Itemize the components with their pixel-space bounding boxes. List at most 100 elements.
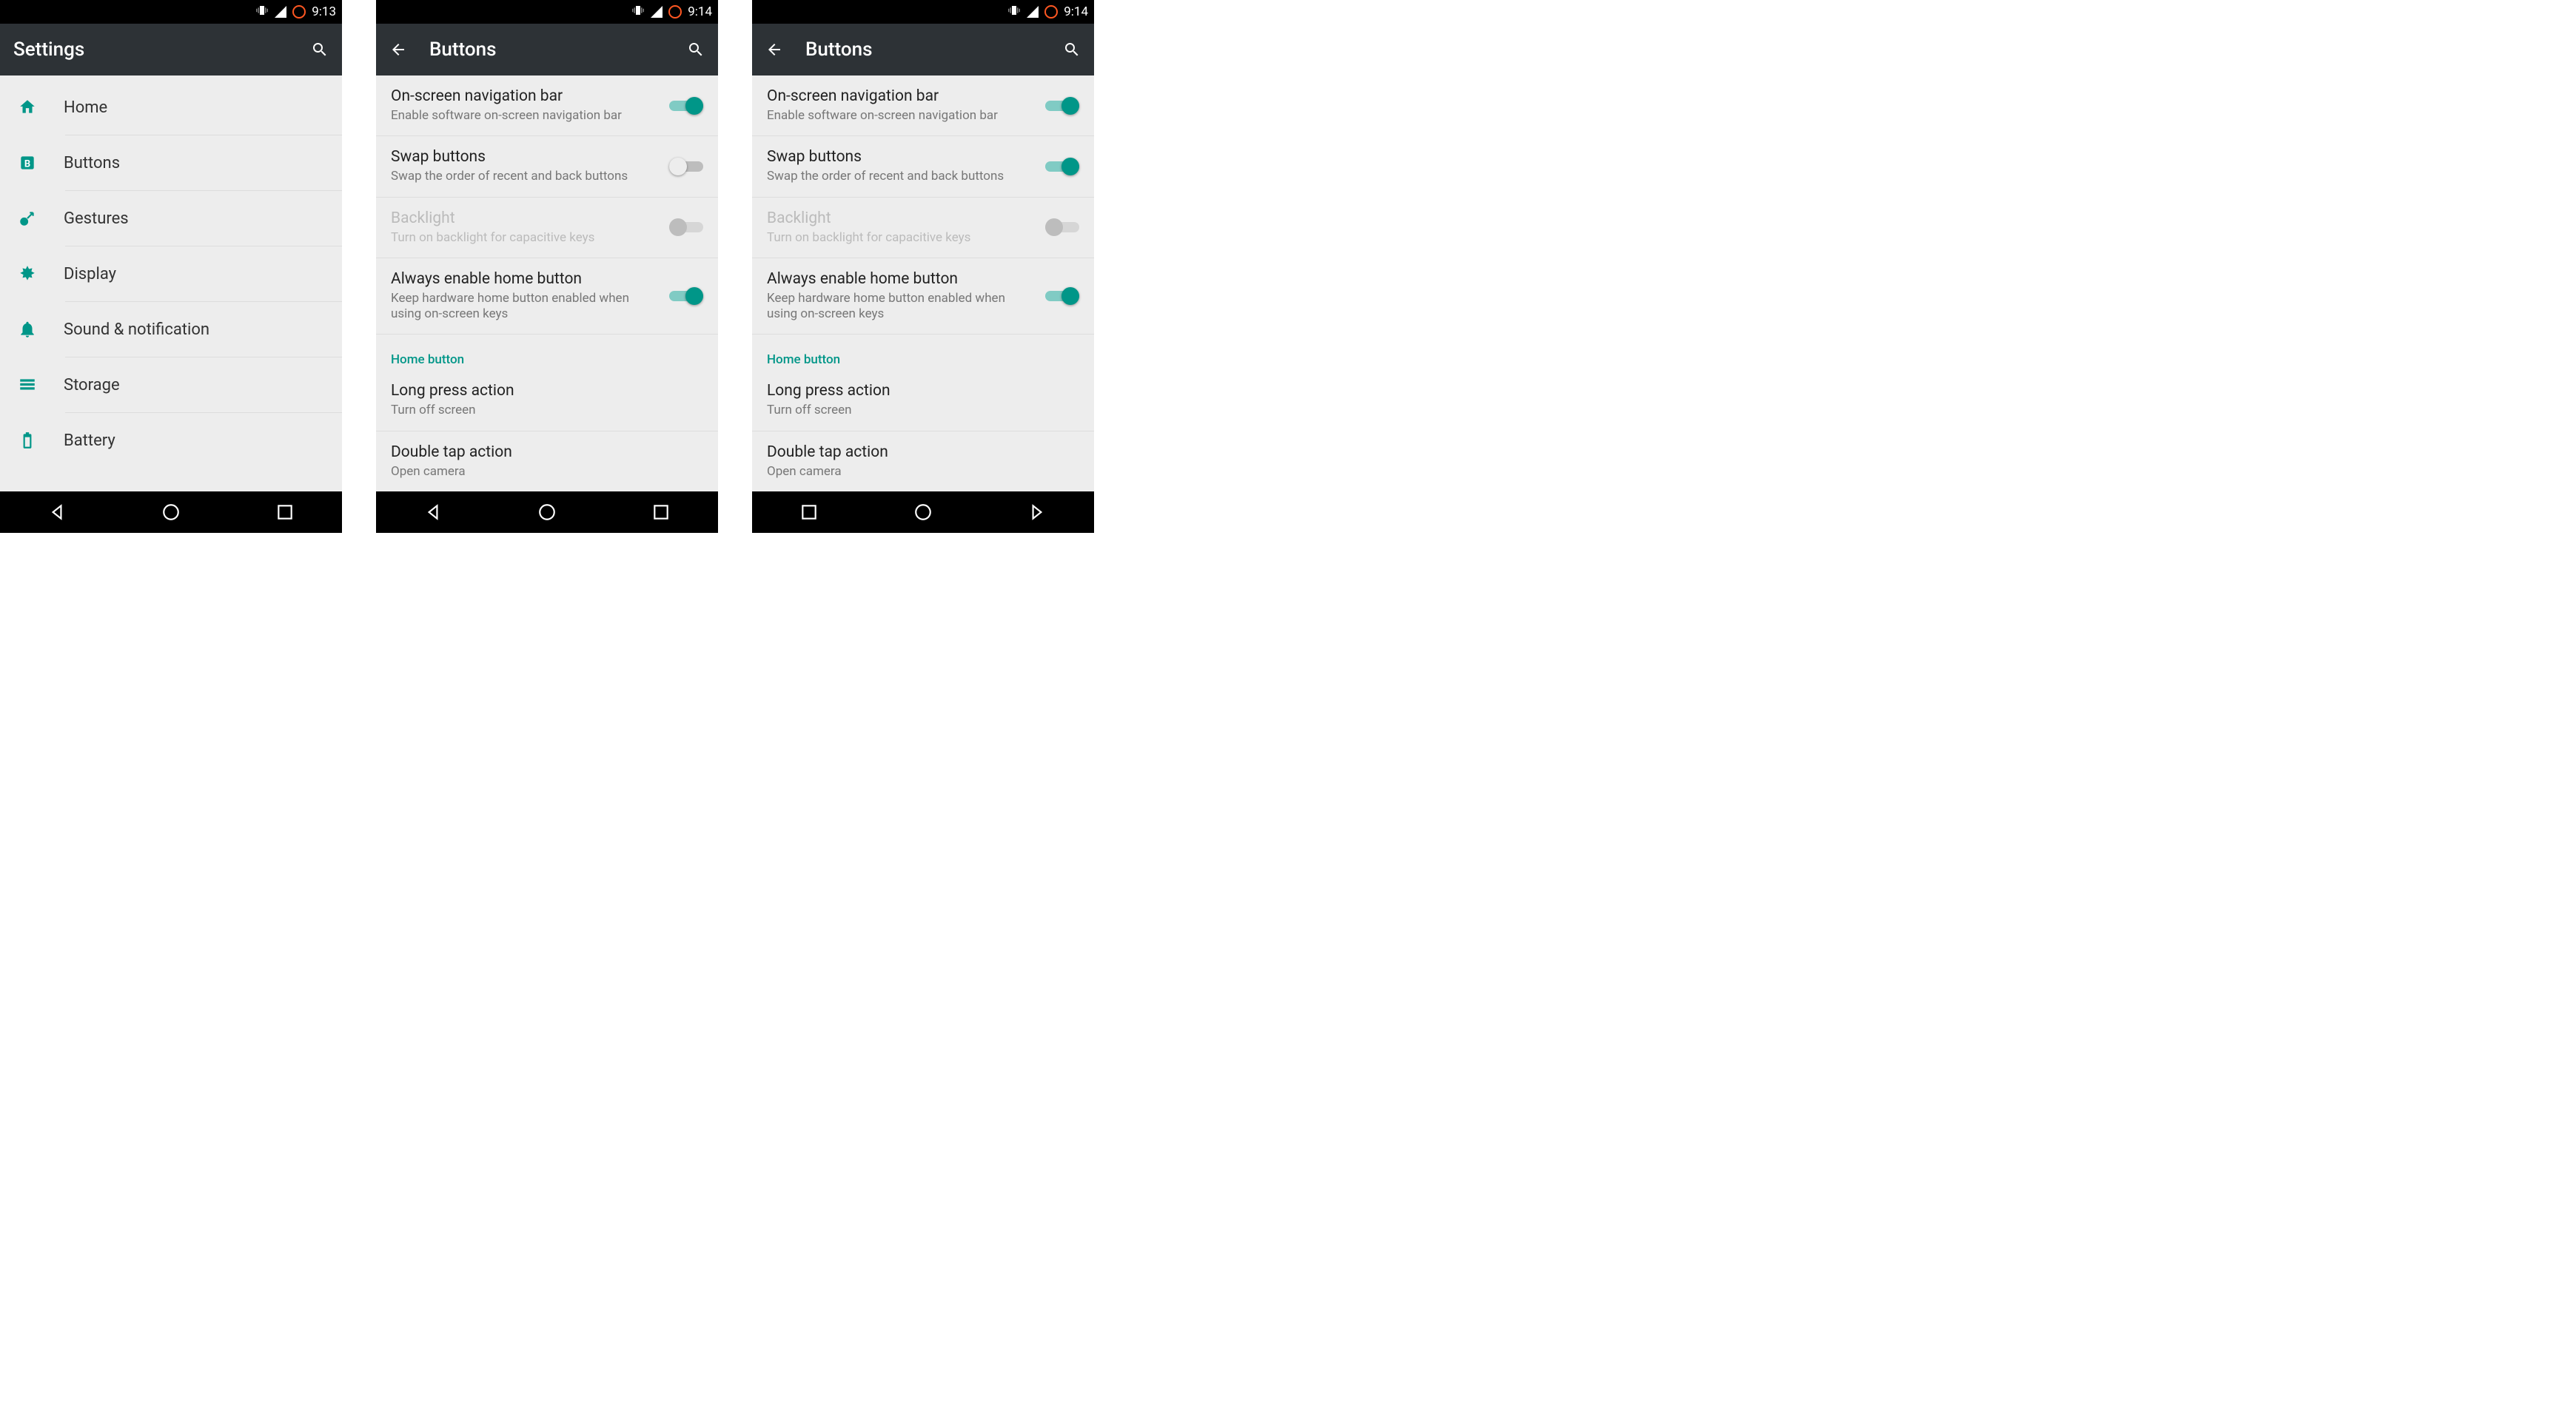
- phone-settings: 9:13 Settings Home B Buttons Gestures: [0, 0, 342, 533]
- row-swap-buttons[interactable]: Swap buttons Swap the order of recent an…: [752, 136, 1094, 197]
- phone-buttons-2: 9:14 Buttons On-screen navigation bar En…: [752, 0, 1094, 533]
- row-subtitle: Keep hardware home button enabled when u…: [391, 291, 657, 323]
- settings-item-sound[interactable]: Sound & notification: [0, 302, 342, 357]
- nav-recent[interactable]: [799, 503, 819, 522]
- toggle-swap-buttons[interactable]: [669, 157, 703, 176]
- toggle-onscreen-nav[interactable]: [669, 96, 703, 115]
- settings-item-label: Home: [64, 98, 107, 117]
- row-subtitle: Turn off screen: [767, 403, 1079, 418]
- back-icon[interactable]: [765, 41, 783, 58]
- toggle-backlight: [669, 218, 703, 237]
- home-icon: [16, 96, 38, 118]
- row-subtitle: Swap the order of recent and back button…: [391, 169, 657, 184]
- row-subtitle: Swap the order of recent and back button…: [767, 169, 1033, 184]
- content: On-screen navigation bar Enable software…: [752, 75, 1094, 491]
- phone-buttons-1: 9:14 Buttons On-screen navigation bar En…: [376, 0, 718, 533]
- toggle-always-home[interactable]: [669, 286, 703, 306]
- signal-icon: [651, 6, 663, 18]
- ring-icon: [668, 5, 682, 19]
- signal-icon: [275, 6, 286, 18]
- row-subtitle: Enable software on-screen navigation bar: [391, 108, 657, 124]
- action-bar: Buttons: [752, 24, 1094, 75]
- row-backlight: Backlight Turn on backlight for capaciti…: [752, 198, 1094, 258]
- row-subtitle: Turn off screen: [391, 403, 703, 418]
- status-time: 9:14: [688, 4, 712, 19]
- vibrate-icon: [631, 4, 645, 21]
- signal-icon: [1027, 6, 1039, 18]
- section-header-home-button: Home button: [376, 335, 718, 370]
- row-long-press[interactable]: Long press action Turn off screen: [376, 370, 718, 431]
- nav-back[interactable]: [47, 503, 67, 522]
- buttons-icon: B: [16, 152, 38, 174]
- row-title: On-screen navigation bar: [767, 87, 1033, 105]
- nav-home[interactable]: [161, 503, 181, 522]
- row-title: Double tap action: [767, 443, 1079, 461]
- nav-recent[interactable]: [275, 503, 295, 522]
- row-onscreen-nav[interactable]: On-screen navigation bar Enable software…: [752, 75, 1094, 136]
- settings-item-battery[interactable]: Battery: [0, 413, 342, 468]
- page-title: Buttons: [805, 38, 1041, 61]
- content: Home B Buttons Gestures Display Sound & …: [0, 75, 342, 491]
- settings-list: Home B Buttons Gestures Display Sound & …: [0, 75, 342, 468]
- status-bar: 9:14: [752, 0, 1094, 24]
- row-title: On-screen navigation bar: [391, 87, 657, 105]
- settings-item-label: Sound & notification: [64, 320, 209, 339]
- row-subtitle: Open camera: [767, 464, 1079, 480]
- nav-bar-swapped: [752, 491, 1094, 533]
- row-double-tap[interactable]: Double tap action Open camera: [752, 431, 1094, 491]
- search-icon[interactable]: [687, 41, 705, 58]
- nav-back[interactable]: [423, 503, 443, 522]
- row-always-home[interactable]: Always enable home button Keep hardware …: [752, 258, 1094, 335]
- row-backlight: Backlight Turn on backlight for capaciti…: [376, 198, 718, 258]
- toggle-onscreen-nav[interactable]: [1045, 96, 1079, 115]
- row-swap-buttons[interactable]: Swap buttons Swap the order of recent an…: [376, 136, 718, 197]
- row-title: Long press action: [767, 382, 1079, 400]
- nav-bar: [0, 491, 342, 533]
- action-bar: Settings: [0, 24, 342, 75]
- row-title: Double tap action: [391, 443, 703, 461]
- toggle-backlight: [1045, 218, 1079, 237]
- back-icon[interactable]: [389, 41, 407, 58]
- vibrate-icon: [255, 4, 269, 21]
- nav-home[interactable]: [537, 503, 557, 522]
- row-subtitle: Turn on backlight for capacitive keys: [767, 230, 1033, 246]
- section-header-home-button: Home button: [752, 335, 1094, 370]
- row-title: Always enable home button: [391, 270, 657, 288]
- search-icon[interactable]: [311, 41, 329, 58]
- battery-icon: [16, 429, 38, 451]
- status-bar: 9:13: [0, 0, 342, 24]
- settings-item-label: Display: [64, 265, 116, 283]
- settings-item-label: Buttons: [64, 154, 120, 172]
- row-onscreen-nav[interactable]: On-screen navigation bar Enable software…: [376, 75, 718, 136]
- status-time: 9:14: [1064, 4, 1088, 19]
- settings-item-display[interactable]: Display: [0, 246, 342, 301]
- row-always-home[interactable]: Always enable home button Keep hardware …: [376, 258, 718, 335]
- vibrate-icon: [1007, 4, 1021, 21]
- search-icon[interactable]: [1063, 41, 1081, 58]
- row-subtitle: Turn on backlight for capacitive keys: [391, 230, 657, 246]
- row-title: Swap buttons: [767, 148, 1033, 166]
- ring-icon: [1044, 5, 1058, 19]
- settings-item-storage[interactable]: Storage: [0, 357, 342, 412]
- settings-item-gestures[interactable]: Gestures: [0, 191, 342, 246]
- nav-home[interactable]: [913, 503, 933, 522]
- svg-text:B: B: [24, 158, 30, 169]
- toggle-swap-buttons[interactable]: [1045, 157, 1079, 176]
- settings-item-buttons[interactable]: B Buttons: [0, 135, 342, 190]
- status-bar: 9:14: [376, 0, 718, 24]
- gestures-icon: [16, 207, 38, 229]
- row-subtitle: Keep hardware home button enabled when u…: [767, 291, 1033, 323]
- status-time: 9:13: [312, 4, 336, 19]
- settings-item-label: Battery: [64, 431, 115, 450]
- nav-back[interactable]: [1027, 503, 1047, 522]
- row-long-press[interactable]: Long press action Turn off screen: [752, 370, 1094, 431]
- row-title: Backlight: [391, 209, 657, 227]
- row-title: Long press action: [391, 382, 703, 400]
- toggle-always-home[interactable]: [1045, 286, 1079, 306]
- settings-item-home[interactable]: Home: [0, 80, 342, 135]
- settings-item-label: Storage: [64, 376, 120, 394]
- row-double-tap[interactable]: Double tap action Open camera: [376, 431, 718, 491]
- nav-bar: [376, 491, 718, 533]
- nav-recent[interactable]: [651, 503, 671, 522]
- display-icon: [16, 263, 38, 285]
